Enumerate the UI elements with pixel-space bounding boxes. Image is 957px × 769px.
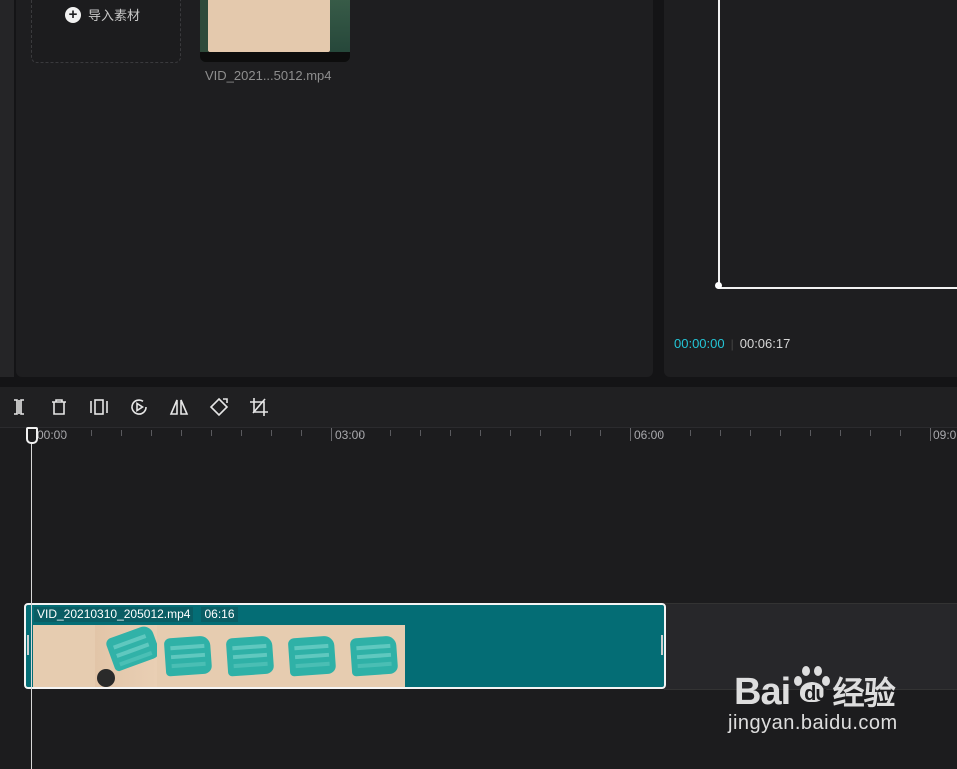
clip-frame (219, 625, 281, 687)
timeline-toolbar (0, 387, 957, 428)
ruler-tick (720, 430, 721, 436)
thumb-paper (208, 0, 330, 52)
delete-icon[interactable] (48, 396, 70, 418)
total-time: 00:06:17 (739, 336, 791, 351)
media-file-name: VID_2021...5012.mp4 (205, 68, 332, 83)
ruler-label: 00:00 (37, 428, 68, 442)
time-ruler[interactable]: 00:00 03:00 06:00 09:0 (0, 428, 957, 450)
resize-handle[interactable] (715, 282, 722, 289)
mirror-icon[interactable] (168, 396, 190, 418)
reverse-play-icon[interactable] (128, 396, 150, 418)
watermark-brand-suffix: du (804, 683, 827, 705)
ruler-tick (660, 430, 661, 436)
ruler-tick (480, 430, 481, 436)
ruler-tick (181, 430, 182, 436)
clip-left-handle[interactable] (27, 635, 29, 655)
ruler-tick (450, 430, 451, 436)
ruler-tick (690, 430, 691, 436)
clip-frame (343, 625, 405, 687)
ruler-major-tick (630, 428, 631, 441)
ruler-tick (750, 430, 751, 436)
ruler-tick (151, 430, 152, 436)
preview-panel: 00:00:00 | 00:06:17 (664, 0, 957, 377)
time-separator: | (730, 336, 734, 351)
thumb-bottom-bar (200, 52, 350, 62)
ruler-tick (360, 430, 361, 436)
playhead-line[interactable] (31, 428, 32, 769)
ruler-tick (600, 430, 601, 436)
ruler-tick (241, 430, 242, 436)
current-time: 00:00:00 (674, 336, 725, 351)
ruler-major-tick (331, 428, 332, 441)
video-clip[interactable]: VID_20210310_205012.mp4 06:16 (24, 603, 666, 689)
clip-header: VID_20210310_205012.mp4 06:16 (34, 607, 238, 622)
clip-frame (157, 625, 219, 687)
import-media-content: + 导入素材 (65, 5, 140, 24)
preview-frame[interactable] (718, 0, 957, 289)
freeze-frame-icon[interactable] (88, 396, 110, 418)
ruler-tick (540, 430, 541, 436)
crop-icon[interactable] (248, 396, 270, 418)
clip-frame (95, 625, 157, 687)
ruler-tick (510, 430, 511, 436)
split-icon[interactable] (8, 396, 30, 418)
thumb-bg-right (330, 0, 350, 52)
ruler-tick (91, 430, 92, 436)
ruler-tick (420, 430, 421, 436)
ruler-tick (570, 430, 571, 436)
ruler-tick (840, 430, 841, 436)
ruler-tick (780, 430, 781, 436)
ruler-tick (900, 430, 901, 436)
media-thumbnail[interactable] (200, 0, 350, 62)
preview-timecode: 00:00:00 | 00:06:17 (674, 336, 790, 351)
ruler-tick (121, 430, 122, 436)
ruler-label: 09:0 (933, 428, 957, 442)
thumb-bg-left (200, 0, 208, 52)
clip-right-handle[interactable] (661, 635, 663, 655)
ruler-tick (810, 430, 811, 436)
ruler-tick (211, 430, 212, 436)
baidu-watermark: Bai du 经验 jingyan.baidu.com (728, 666, 898, 735)
rotate-icon[interactable] (208, 396, 230, 418)
ruler-tick (271, 430, 272, 436)
ruler-major-tick (930, 428, 931, 441)
left-sidebar-edge (0, 0, 14, 377)
watermark-brand-cn: 经验 (832, 674, 896, 712)
playhead-handle[interactable] (26, 427, 38, 444)
clip-duration: 06:16 (201, 607, 238, 622)
clip-thumbnails (33, 625, 405, 687)
ruler-tick (390, 430, 391, 436)
clip-name: VID_20210310_205012.mp4 (34, 607, 194, 622)
import-media-label: 导入素材 (88, 8, 141, 23)
watermark-url: jingyan.baidu.com (728, 712, 898, 734)
ruler-tick (61, 430, 62, 436)
plus-icon: + (65, 6, 81, 23)
ruler-tick (870, 430, 871, 436)
watermark-brand: Bai (734, 671, 791, 713)
clip-frame (33, 625, 95, 687)
clip-frame (281, 625, 343, 687)
import-media-button[interactable]: + 导入素材 (31, 0, 181, 63)
baidu-logo: Bai du 经验 (734, 666, 898, 714)
ruler-tick (301, 430, 302, 436)
media-panel: + 导入素材 VID_2021...5012.mp4 (16, 0, 653, 377)
